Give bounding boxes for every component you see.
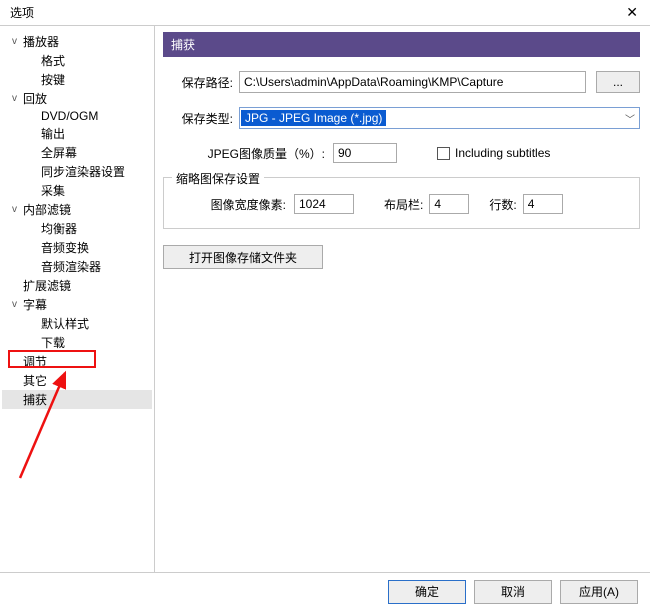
tree-item-3[interactable]: v回放 [2, 89, 152, 108]
tree-spacer [8, 374, 21, 387]
save-type-row: 保存类型: JPG - JPEG Image (*.jpg) ﹀ [163, 107, 640, 129]
browse-button[interactable]: ... [596, 71, 640, 93]
tree-item-label: 下载 [41, 334, 65, 351]
tree-spacer [26, 260, 39, 273]
main-area: v播放器格式按键v回放DVD/OGM输出全屏幕同步渲染器设置采集v内部滤镜均衡器… [0, 26, 650, 572]
save-type-label: 保存类型: [163, 110, 239, 127]
dialog-footer: 确定 取消 应用(A) [0, 572, 650, 610]
thumbnail-settings: 缩略图保存设置 图像宽度像素: 布局栏: 行数: [163, 177, 640, 229]
expand-icon: v [8, 35, 21, 48]
close-icon[interactable]: ✕ [622, 4, 642, 21]
include-subtitles-checkbox[interactable]: Including subtitles [437, 146, 550, 160]
tree-spacer [26, 110, 39, 123]
tree-item-label: 扩展滤镜 [23, 277, 71, 294]
tree-item-label: 字幕 [23, 296, 47, 313]
open-folder-button[interactable]: 打开图像存储文件夹 [163, 245, 323, 269]
include-subtitles-label: Including subtitles [455, 146, 550, 160]
tree-item-16[interactable]: 下载 [2, 333, 152, 352]
tree-item-12[interactable]: 音频渲染器 [2, 257, 152, 276]
thumb-width-label: 图像宽度像素: [174, 196, 294, 213]
tree-item-label: 调节 [23, 353, 47, 370]
jpeg-quality-label: JPEG图像质量（%）: [163, 145, 333, 162]
tree-item-label: 其它 [23, 372, 47, 389]
ok-button[interactable]: 确定 [388, 580, 466, 604]
tree-item-19[interactable]: 捕获 [2, 390, 152, 409]
tree-item-0[interactable]: v播放器 [2, 32, 152, 51]
tree-item-18[interactable]: 其它 [2, 371, 152, 390]
tree-item-label: DVD/OGM [41, 109, 98, 123]
tree-item-label: 回放 [23, 90, 47, 107]
tree-spacer [8, 355, 21, 368]
tree-item-label: 采集 [41, 182, 65, 199]
tree-spacer [26, 317, 39, 330]
tree-item-label: 捕获 [23, 391, 47, 408]
tree-item-label: 均衡器 [41, 220, 77, 237]
settings-panel: 捕获 保存路径: ... 保存类型: JPG - JPEG Image (*.j… [155, 26, 650, 572]
tree-item-17[interactable]: 调节 [2, 352, 152, 371]
jpeg-quality-input[interactable] [333, 143, 397, 163]
tree-spacer [26, 165, 39, 178]
tree-item-9[interactable]: v内部滤镜 [2, 200, 152, 219]
apply-button[interactable]: 应用(A) [560, 580, 638, 604]
tree-item-11[interactable]: 音频变换 [2, 238, 152, 257]
thumb-rows-label: 行数: [489, 196, 516, 213]
tree-item-6[interactable]: 全屏幕 [2, 143, 152, 162]
jpeg-quality-row: JPEG图像质量（%）: Including subtitles [163, 143, 640, 163]
save-path-label: 保存路径: [163, 74, 239, 91]
tree-spacer [26, 241, 39, 254]
titlebar: 选项 ✕ [0, 0, 650, 26]
save-path-input[interactable] [239, 71, 586, 93]
thumb-rows-input[interactable] [523, 194, 563, 214]
tree-item-8[interactable]: 采集 [2, 181, 152, 200]
tree-item-label: 默认样式 [41, 315, 89, 332]
save-type-select[interactable]: JPG - JPEG Image (*.jpg) ﹀ [239, 107, 640, 129]
tree-spacer [26, 73, 39, 86]
checkbox-icon [437, 147, 450, 160]
tree-spacer [8, 393, 21, 406]
tree-spacer [26, 127, 39, 140]
tree-spacer [26, 222, 39, 235]
window-title: 选项 [10, 4, 34, 21]
tree-item-label: 全屏幕 [41, 144, 77, 161]
tree-spacer [26, 54, 39, 67]
tree-spacer [26, 336, 39, 349]
thumbnail-legend: 缩略图保存设置 [172, 170, 264, 187]
nav-tree: v播放器格式按键v回放DVD/OGM输出全屏幕同步渲染器设置采集v内部滤镜均衡器… [0, 26, 155, 572]
tree-spacer [8, 279, 21, 292]
save-type-value: JPG - JPEG Image (*.jpg) [241, 110, 386, 126]
tree-item-15[interactable]: 默认样式 [2, 314, 152, 333]
tree-item-7[interactable]: 同步渲染器设置 [2, 162, 152, 181]
tree-item-label: 按键 [41, 71, 65, 88]
expand-icon: v [8, 92, 21, 105]
tree-item-10[interactable]: 均衡器 [2, 219, 152, 238]
panel-title: 捕获 [163, 32, 640, 57]
cancel-button[interactable]: 取消 [474, 580, 552, 604]
thumb-cols-label: 布局栏: [384, 196, 423, 213]
tree-item-label: 播放器 [23, 33, 59, 50]
tree-item-5[interactable]: 输出 [2, 124, 152, 143]
thumb-width-input[interactable] [294, 194, 354, 214]
tree-item-label: 同步渲染器设置 [41, 163, 125, 180]
tree-spacer [26, 184, 39, 197]
tree-item-label: 格式 [41, 52, 65, 69]
tree-item-1[interactable]: 格式 [2, 51, 152, 70]
tree-item-label: 内部滤镜 [23, 201, 71, 218]
tree-item-13[interactable]: 扩展滤镜 [2, 276, 152, 295]
tree-item-label: 音频变换 [41, 239, 89, 256]
thumb-cols-input[interactable] [429, 194, 469, 214]
tree-item-label: 输出 [41, 125, 65, 142]
tree-item-4[interactable]: DVD/OGM [2, 108, 152, 124]
tree-item-14[interactable]: v字幕 [2, 295, 152, 314]
expand-icon: v [8, 203, 21, 216]
chevron-down-icon: ﹀ [625, 111, 635, 126]
tree-spacer [26, 146, 39, 159]
expand-icon: v [8, 298, 21, 311]
thumbnail-row: 图像宽度像素: 布局栏: 行数: [174, 194, 629, 214]
tree-item-label: 音频渲染器 [41, 258, 101, 275]
tree-item-2[interactable]: 按键 [2, 70, 152, 89]
save-path-row: 保存路径: ... [163, 71, 640, 93]
